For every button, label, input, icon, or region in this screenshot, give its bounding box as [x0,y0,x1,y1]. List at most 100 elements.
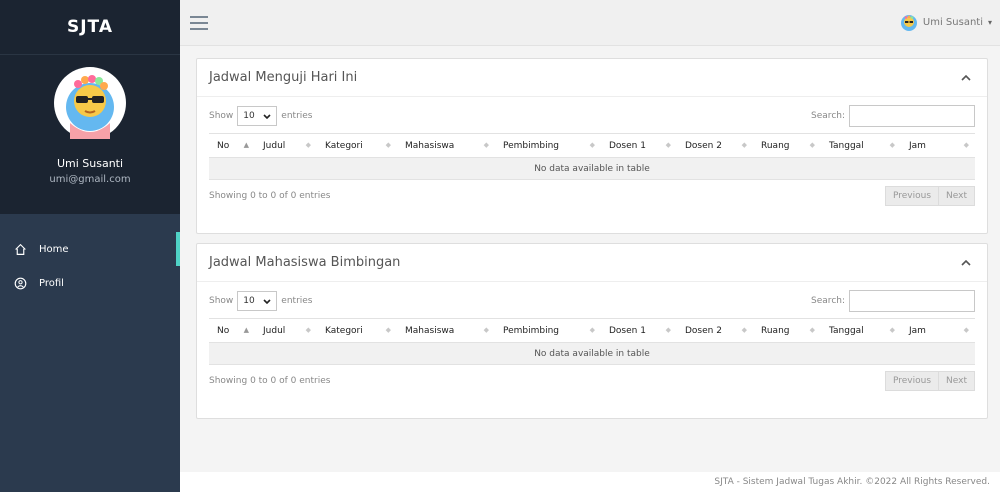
hamburger-icon [190,15,208,30]
column-header-mahasiswa[interactable]: Mahasiswa ◆ [397,318,495,343]
panel-jadwal-menguji: Jadwal Menguji Hari Ini Show 10 entries … [196,58,988,234]
sort-icon: ◆ [809,326,815,334]
panel-title: Jadwal Mahasiswa Bimbingan [209,255,401,270]
table-row: No data available in table [209,342,975,365]
previous-button[interactable]: Previous [884,371,940,391]
sidebar: SJTA Umi Susanti umi@gmail.com Home Prof… [0,0,180,492]
column-header-no[interactable]: No ▲ [209,318,255,343]
column-header-jam[interactable]: Jam ◆ [901,318,975,343]
topbar: Umi Susanti ▾ [180,0,1000,46]
table-row: No data available in table [209,157,975,180]
data-table: No ▲ Judul ◆ Kategori ◆ Mahasiswa ◆ Pembimbi… [209,318,975,365]
show-label: Show [209,296,234,306]
previous-button[interactable]: Previous [884,186,940,206]
column-header-dosen1[interactable]: Dosen 1 ◆ [601,318,677,343]
sort-asc-icon: ▲ [243,141,249,149]
column-header-no[interactable]: No ▲ [209,133,255,158]
user-menu[interactable]: Umi Susanti ▾ [900,14,992,31]
column-header-judul[interactable]: Judul ◆ [255,318,317,343]
chevron-up-icon [961,259,971,266]
search-input[interactable] [849,105,975,127]
table-controls: Show 10 entries Search: [197,105,987,127]
collapse-button[interactable] [957,254,975,272]
sidebar-item-label: Profil [39,277,64,289]
search-label: Search: [811,296,845,306]
chevron-up-icon [961,74,971,81]
panel-title: Jadwal Menguji Hari Ini [209,70,358,85]
user-circle-icon [14,277,27,289]
next-button[interactable]: Next [939,186,975,206]
collapse-button[interactable] [957,69,975,87]
menu-toggle-button[interactable] [190,13,210,33]
table-header-row: No ▲ Judul ◆ Kategori ◆ Mahasiswa ◆ Pembimbi… [209,133,975,158]
column-header-pembimbing[interactable]: Pembimbing ◆ [495,133,601,158]
column-header-kategori[interactable]: Kategori ◆ [317,318,397,343]
sort-icon: ◆ [741,326,747,334]
profile-name: Umi Susanti [56,157,124,170]
entries-select[interactable]: 10 [237,291,278,311]
sort-asc-icon: ▲ [243,326,249,334]
entries-label: entries [281,111,313,121]
sort-icon: ◆ [665,141,671,149]
next-button[interactable]: Next [939,371,975,391]
sort-icon: ◆ [589,141,595,149]
page-footer: SJTA - Sistem Jadwal Tugas Akhir. ©2022 … [180,472,1000,492]
pagination: Previous Next [884,371,975,391]
search-label: Search: [811,111,845,121]
column-header-tanggal[interactable]: Tanggal ◆ [821,318,901,343]
column-header-ruang[interactable]: Ruang ◆ [753,318,821,343]
column-header-dosen2[interactable]: Dosen 2 ◆ [677,318,753,343]
column-header-kategori[interactable]: Kategori ◆ [317,133,397,158]
column-header-jam[interactable]: Jam ◆ [901,133,975,158]
column-header-dosen2[interactable]: Dosen 2 ◆ [677,133,753,158]
sort-icon: ◆ [665,326,671,334]
column-header-judul[interactable]: Judul ◆ [255,133,317,158]
pagination: Previous Next [884,186,975,206]
sort-icon: ◆ [889,326,895,334]
user-avatar-icon [900,14,917,31]
column-header-mahasiswa[interactable]: Mahasiswa ◆ [397,133,495,158]
sort-icon: ◆ [963,326,969,334]
panel-header: Jadwal Mahasiswa Bimbingan [197,244,987,282]
sort-icon: ◆ [589,326,595,334]
home-icon [15,243,26,255]
show-label: Show [209,111,234,121]
sort-icon: ◆ [963,141,969,149]
table-footer: Showing 0 to 0 of 0 entries Previous Nex… [197,371,987,391]
entries-select[interactable]: 10 [237,106,278,126]
panel-header: Jadwal Menguji Hari Ini [197,59,987,97]
table-header-row: No ▲ Judul ◆ Kategori ◆ Mahasiswa ◆ Pembimbi… [209,318,975,343]
sidebar-item-home[interactable]: Home [0,232,180,266]
entries-value: 10 [243,111,255,121]
sort-icon: ◆ [741,141,747,149]
empty-table-message: No data available in table [209,157,975,180]
chevron-down-icon [263,298,271,304]
sort-icon: ◆ [385,141,391,149]
sidebar-item-profil[interactable]: Profil [0,266,180,300]
profile-card: Umi Susanti umi@gmail.com [0,54,180,214]
column-header-pembimbing[interactable]: Pembimbing ◆ [495,318,601,343]
profile-email: umi@gmail.com [49,174,131,185]
table-footer: Showing 0 to 0 of 0 entries Previous Nex… [197,186,987,206]
column-header-tanggal[interactable]: Tanggal ◆ [821,133,901,158]
chevron-down-icon: ▾ [987,18,992,27]
sort-icon: ◆ [305,141,311,149]
sort-icon: ◆ [809,141,815,149]
entries-value: 10 [243,296,255,306]
table-controls: Show 10 entries Search: [197,290,987,312]
sort-icon: ◆ [305,326,311,334]
empty-table-message: No data available in table [209,342,975,365]
panel-jadwal-bimbingan: Jadwal Mahasiswa Bimbingan Show 10 entri… [196,243,988,419]
table-info: Showing 0 to 0 of 0 entries [209,191,331,201]
search-input[interactable] [849,290,975,312]
data-table: No ▲ Judul ◆ Kategori ◆ Mahasiswa ◆ Pembimbi… [209,133,975,180]
column-header-dosen1[interactable]: Dosen 1 ◆ [601,133,677,158]
avatar [54,67,126,139]
column-header-ruang[interactable]: Ruang ◆ [753,133,821,158]
chevron-down-icon [263,113,271,119]
user-name: Umi Susanti [922,17,983,28]
brand-logo[interactable]: SJTA [0,0,180,54]
sort-icon: ◆ [483,141,489,149]
sort-icon: ◆ [889,141,895,149]
sort-icon: ◆ [483,326,489,334]
